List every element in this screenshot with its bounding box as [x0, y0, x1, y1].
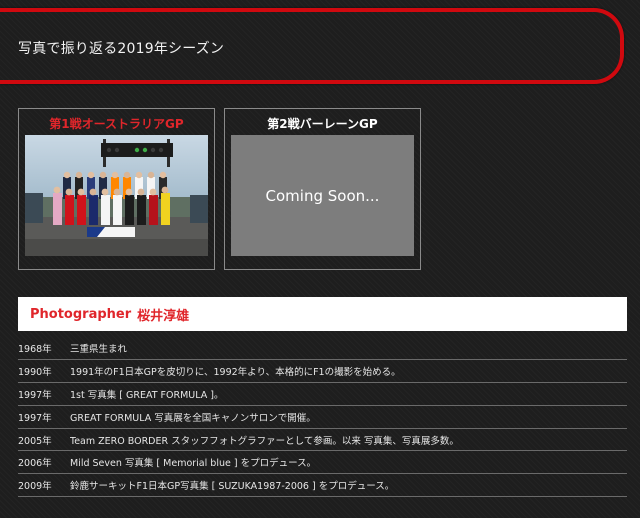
gp-card-bahrain[interactable]: 第2戦バーレーンGP Coming Soon... — [224, 108, 421, 270]
history-row: 1990年 1991年のF1日本GPを皮切りに、1992年より、本格的にF1の撮… — [18, 360, 627, 383]
history-desc: 1991年のF1日本GPを皮切りに、1992年より、本格的にF1の撮影を始める。 — [70, 366, 401, 378]
history-row: 1968年 三重県生まれ — [18, 337, 627, 360]
history-year: 1990年 — [18, 366, 52, 378]
photographer-history-list: 1968年 三重県生まれ 1990年 1991年のF1日本GPを皮切りに、199… — [18, 337, 627, 498]
coming-soon-text: Coming Soon... — [265, 186, 380, 205]
history-year: 2009年 — [18, 481, 52, 493]
page-title: 写真で振り返る2019年シーズン — [18, 41, 225, 57]
gp-photo-placeholder-bahrain[interactable]: Coming Soon... — [231, 135, 414, 256]
history-year: 2006年 — [18, 458, 52, 470]
history-desc: Mild Seven 写真集 [ Memorial blue ] をプロデュース… — [70, 458, 317, 470]
history-year: 2005年 — [18, 435, 52, 447]
gp-card-title[interactable]: 第1戦オーストラリアGP — [19, 115, 214, 132]
photographer-label: Photographer — [30, 306, 132, 322]
gp-card-australia[interactable]: 第1戦オーストラリアGP — [18, 108, 215, 270]
history-desc: GREAT FORMULA 写真展を全国キャノンサロンで開催。 — [70, 412, 316, 424]
history-year: 1997年 — [18, 389, 52, 401]
gp-card-title[interactable]: 第2戦バーレーンGP — [225, 115, 420, 132]
history-year: 1997年 — [18, 412, 52, 424]
history-row: 2006年 Mild Seven 写真集 [ Memorial blue ] を… — [18, 451, 627, 475]
history-row: 2005年 Team ZERO BORDER スタッフフォトグラファーとして参画… — [18, 429, 627, 452]
gp-photo-australia[interactable] — [25, 135, 208, 256]
history-desc: 三重県生まれ — [70, 343, 128, 355]
history-row: 2009年 鈴鹿サーキットF1日本GP写真集 [ SUZUKA1987-2006… — [18, 474, 627, 498]
history-row: 1997年 1st 写真集 [ GREAT FORMULA ]。 — [18, 383, 627, 406]
history-desc: 鈴鹿サーキットF1日本GP写真集 [ SUZUKA1987-2006 ] をプロ… — [70, 481, 395, 493]
team-photo-image[interactable] — [25, 135, 208, 256]
history-row: 1997年 GREAT FORMULA 写真展を全国キャノンサロンで開催。 — [18, 406, 627, 429]
history-desc: Team ZERO BORDER スタッフフォトグラファーとして参画。以来 写真… — [70, 435, 459, 447]
photographer-heading: Photographer 桜井淳雄 — [18, 297, 627, 331]
season-header-banner: 写真で振り返る2019年シーズン — [0, 8, 624, 84]
photographer-name: 桜井淳雄 — [137, 308, 190, 324]
history-year: 1968年 — [18, 343, 52, 355]
coming-soon-placeholder: Coming Soon... — [231, 135, 414, 256]
history-desc: 1st 写真集 [ GREAT FORMULA ]。 — [70, 389, 224, 401]
